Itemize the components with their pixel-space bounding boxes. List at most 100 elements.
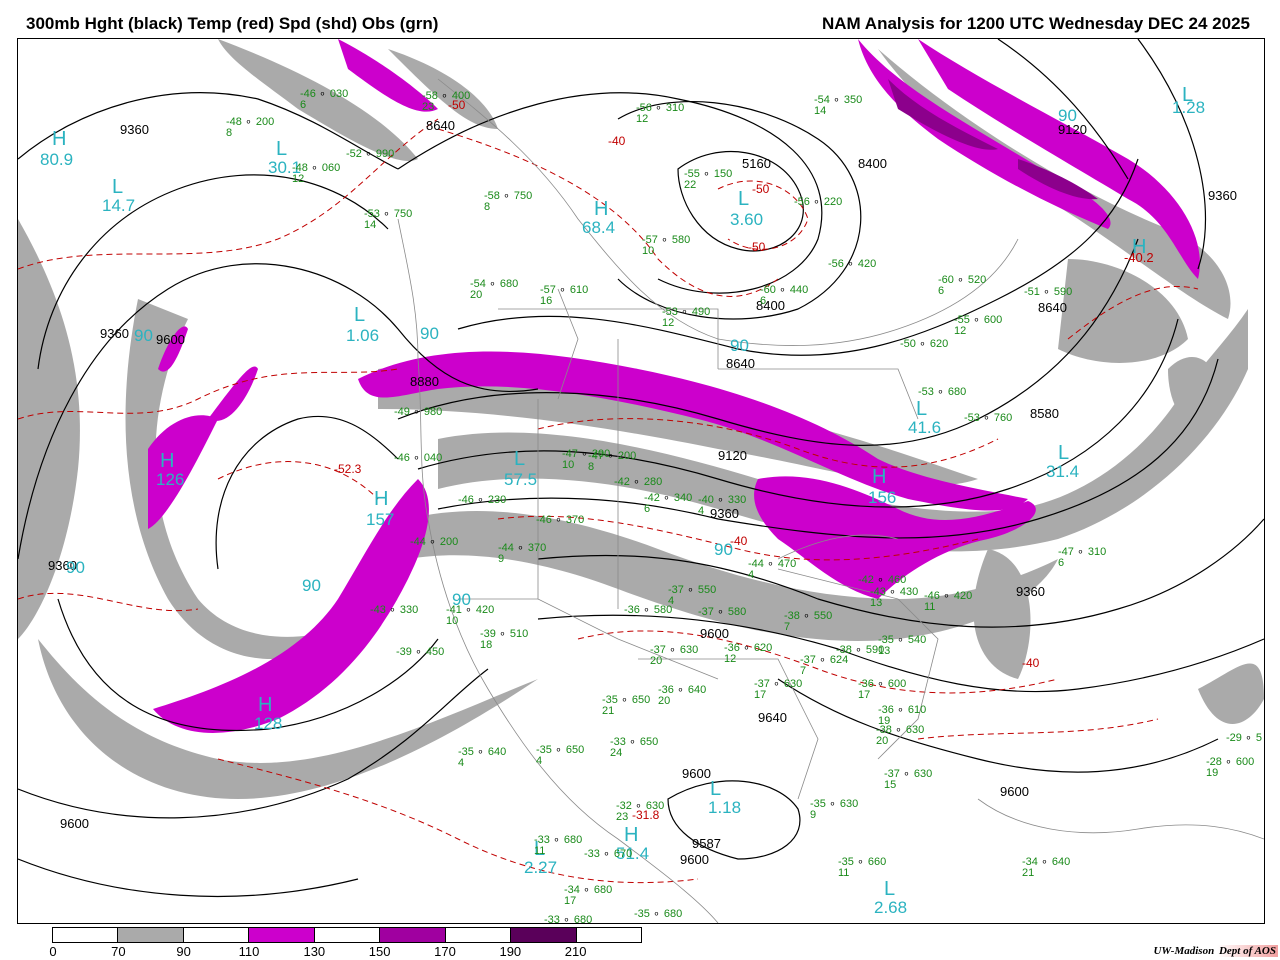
station-obs: -42 340 ∘ 6 <box>644 493 692 515</box>
obs-height: 680 <box>499 278 519 290</box>
center-value: 157 <box>366 510 395 529</box>
speed-label: 90 <box>134 326 153 345</box>
station-circle-icon: ∘ <box>583 884 590 896</box>
station-circle-icon: ∘ <box>833 94 840 106</box>
obs-temperature: -56 <box>828 258 844 270</box>
high-center-marker: H <box>52 128 67 150</box>
station-circle-icon: ∘ <box>937 386 944 398</box>
obs-height: 370 <box>527 542 547 554</box>
center-value: 1.28 <box>1172 98 1206 117</box>
station-obs: -60 440 ∘ 6 <box>760 285 808 307</box>
obs-temperature: -44 <box>410 536 426 548</box>
height-label: 9600 <box>700 626 729 641</box>
station-circle-icon: ∘ <box>365 148 372 160</box>
station-obs: -29 5 ∘ <box>1226 733 1262 744</box>
obs-height: 990 <box>375 148 395 160</box>
obs-height: 590 <box>1053 286 1073 298</box>
legend-swatch <box>380 928 446 942</box>
obs-height: 750 <box>513 190 533 202</box>
legend-swatch <box>249 928 315 942</box>
obs-dewpoint-depression: 6 <box>300 99 307 111</box>
station-circle-icon: ∘ <box>653 908 660 920</box>
station-circle-icon: ∘ <box>1041 856 1048 868</box>
station-obs: -50 620 ∘ <box>900 339 948 350</box>
legend-tick-label: 70 <box>111 944 126 959</box>
obs-height: 680 <box>593 884 613 896</box>
obs-dewpoint-depression: 4 <box>748 569 755 581</box>
obs-dewpoint-depression: 20 <box>658 695 671 707</box>
station-circle-icon: ∘ <box>429 536 436 548</box>
station-obs: -47 310 ∘ 6 <box>1058 547 1106 569</box>
obs-height: 630 <box>783 678 803 690</box>
station-circle-icon: ∘ <box>633 476 640 488</box>
height-label: 9587 <box>692 836 721 851</box>
temp-label: -50 <box>752 182 770 196</box>
station-circle-icon: ∘ <box>503 190 510 202</box>
obs-height: 620 <box>929 338 949 350</box>
station-circle-icon: ∘ <box>603 848 610 860</box>
obs-height: 640 <box>687 684 707 696</box>
obs-height: 580 <box>671 234 691 246</box>
station-circle-icon: ∘ <box>855 644 862 656</box>
station-obs: -43 330 ∘ <box>370 605 418 616</box>
obs-height: 200 <box>439 536 459 548</box>
station-obs: -32 630 ∘ 23 <box>616 801 664 823</box>
obs-height: 650 <box>565 744 585 756</box>
station-circle-icon: ∘ <box>319 88 326 100</box>
obs-height: 680 <box>563 834 583 846</box>
obs-dewpoint-depression: 20 <box>876 735 889 747</box>
height-label: 9640 <box>758 710 787 725</box>
obs-height: 460 <box>887 574 907 586</box>
legend-tick-label: 210 <box>564 944 587 959</box>
obs-temperature: -53 <box>964 412 980 424</box>
station-circle-icon: ∘ <box>581 448 588 460</box>
obs-height: 310 <box>1087 546 1107 558</box>
low-center-marker: L <box>738 188 750 210</box>
station-obs: -35 650 ∘ 21 <box>602 695 650 717</box>
center-value: 80.9 <box>40 150 74 169</box>
station-obs: -51 590 ∘ <box>1024 287 1072 298</box>
obs-dewpoint-depression: 4 <box>698 505 705 517</box>
station-obs: -37 630 ∘ 17 <box>754 679 802 701</box>
obs-dewpoint-depression: 10 <box>446 615 459 627</box>
obs-temperature: -51 <box>1024 286 1040 298</box>
obs-dewpoint-depression: 17 <box>754 689 767 701</box>
station-obs: -48 200 ∘ 8 <box>226 117 274 139</box>
center-value: 41.6 <box>908 418 942 437</box>
station-obs: -54 350 ∘ 14 <box>814 95 862 117</box>
station-circle-icon: ∘ <box>661 234 668 246</box>
station-circle-icon: ∘ <box>889 586 896 598</box>
height-label: 9600 <box>680 852 709 867</box>
station-circle-icon: ∘ <box>943 590 950 602</box>
obs-dewpoint-depression: 15 <box>884 779 897 791</box>
station-obs: -56 310 ∘ 12 <box>636 103 684 125</box>
obs-temperature: -53 <box>918 386 934 398</box>
station-circle-icon: ∘ <box>773 678 780 690</box>
obs-dewpoint-depression: 10 <box>642 245 655 257</box>
height-label: 9600 <box>156 332 185 347</box>
station-circle-icon: ∘ <box>1077 546 1084 558</box>
height-label: 8640 <box>1038 300 1067 315</box>
legend-swatch <box>314 928 381 942</box>
center-value: 57.5 <box>504 470 538 489</box>
speed-legend-bar <box>52 927 642 943</box>
station-circle-icon: ∘ <box>621 694 628 706</box>
legend-swatch <box>511 928 577 942</box>
obs-dewpoint-depression: 9 <box>810 809 817 821</box>
obs-temperature: -42 <box>858 574 874 586</box>
height-label: 9360 <box>120 122 149 137</box>
station-circle-icon: ∘ <box>903 768 910 780</box>
station-obs: -58 750 ∘ 8 <box>484 191 532 213</box>
center-value: 2.68 <box>874 898 908 917</box>
legend-swatch <box>118 928 184 942</box>
obs-height: 350 <box>843 94 863 106</box>
station-circle-icon: ∘ <box>499 628 506 640</box>
station-obs: -47 200 ∘ 8 <box>588 451 636 473</box>
station-circle-icon: ∘ <box>415 646 422 658</box>
station-obs: -33 680 ∘ <box>544 915 592 924</box>
obs-dewpoint-depression: 19 <box>1206 767 1219 779</box>
station-circle-icon: ∘ <box>635 800 642 812</box>
obs-dewpoint-depression: 17 <box>858 689 871 701</box>
station-obs: -57 580 ∘ 10 <box>642 235 690 257</box>
station-obs: -52 990 ∘ <box>346 149 394 160</box>
